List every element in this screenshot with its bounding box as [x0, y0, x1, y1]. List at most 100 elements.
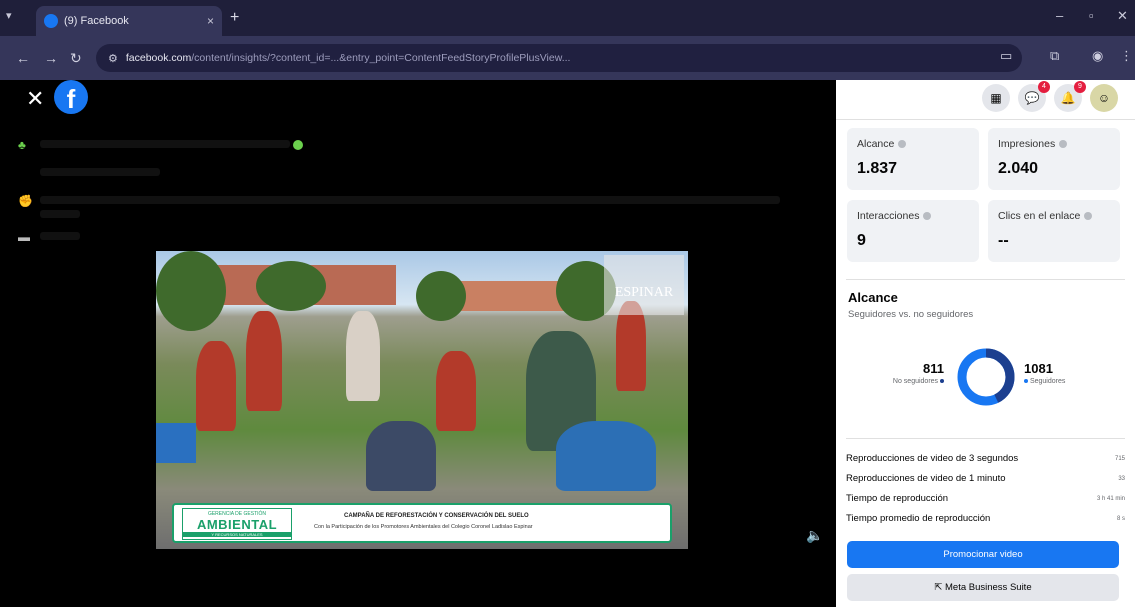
insights-panel: ▦ 💬 4 🔔 9 ☺ Alcance 1.837 Impresiones 2.04… — [836, 80, 1135, 607]
stat-label: Interacciones — [857, 210, 920, 222]
close-window-button[interactable]: ✕ — [1117, 8, 1128, 24]
caption-line — [40, 210, 80, 218]
tab-title: (9) Facebook — [64, 15, 129, 27]
export-icon: ⇱ — [934, 582, 945, 593]
speaker-icon[interactable]: 🔈 — [806, 527, 823, 544]
url-path: /content/insights/?content_id=...&entry_… — [191, 52, 571, 64]
stat-value: 2.040 — [998, 160, 1039, 177]
forward-button[interactable]: → — [44, 50, 58, 66]
metric-row: Reproducciones de video de 3 segundos 71… — [846, 453, 1125, 464]
url-host: facebook.com — [125, 52, 192, 64]
badge-bottom-text: Y RECURSOS NATURALES — [183, 532, 291, 537]
metric-label: Tiempo promedio de reproducción — [846, 513, 991, 524]
notifications-badge: 9 — [1074, 81, 1086, 93]
profile-icon[interactable]: ◉ — [1092, 48, 1103, 64]
plant-icon: ♣ — [18, 138, 26, 152]
caption-line — [40, 140, 290, 148]
banner-subtitle: Con la Participación de los Promotores A… — [314, 524, 533, 530]
stat-link-clicks: Clics en el enlace -- — [988, 200, 1120, 262]
tree-shape — [156, 251, 226, 331]
info-icon[interactable] — [1059, 140, 1068, 149]
profile-avatar[interactable]: ☺ — [1090, 84, 1118, 112]
reach-donut-chart — [957, 348, 1015, 406]
panel-top-icons: ▦ 💬 4 🔔 9 ☺ — [836, 80, 1135, 118]
book-icon: ▬ — [18, 230, 30, 244]
extensions-icon[interactable]: ⧉ — [1050, 48, 1059, 64]
muscle-icon: ✊ — [18, 194, 33, 208]
metric-row: Tiempo de reproducción 3 h 41 min — [846, 493, 1125, 504]
reach-section-title: Alcance — [848, 290, 898, 305]
stat-label: Clics en el enlace — [998, 210, 1081, 222]
media-viewer: ✕ f ♣ ✊ ▬ ESPINAR GERENCIA DE GESTIÓN AM… — [0, 80, 836, 607]
info-icon[interactable] — [1084, 212, 1093, 221]
gerencia-badge: GERENCIA DE GESTIÓN AMBIENTAL Y RECURSOS… — [182, 508, 292, 540]
metric-label: Reproducciones de video de 1 minuto — [846, 473, 1006, 484]
browser-tab[interactable]: (9) Facebook × — [36, 6, 222, 36]
stat-reach: Alcance 1.837 — [847, 128, 979, 190]
non-followers-stat: 811 No seguidores — [856, 361, 944, 385]
divider — [846, 438, 1125, 439]
menu-icon[interactable]: ⋮ — [1120, 48, 1133, 64]
metric-value: 3 h 41 min — [1096, 495, 1125, 502]
promote-video-button[interactable]: Promocionar video — [847, 541, 1119, 568]
maximize-button[interactable]: ▫ — [1089, 8, 1094, 23]
student-figure — [556, 421, 656, 491]
facebook-favicon-icon — [44, 14, 58, 28]
video-player[interactable]: ESPINAR GERENCIA DE GESTIÓN AMBIENTAL Y … — [156, 251, 688, 549]
meta-business-suite-button[interactable]: ⇱ Meta Business Suite — [847, 574, 1119, 601]
info-icon[interactable] — [898, 140, 907, 149]
stat-value: -- — [998, 232, 1009, 249]
stat-label: Alcance — [857, 138, 895, 150]
install-app-icon[interactable]: ▭ — [1000, 48, 1012, 64]
metric-row: Tiempo promedio de reproducción 8 s — [846, 513, 1125, 524]
metric-value: 33 — [1118, 475, 1125, 482]
followers-dot — [1024, 379, 1028, 384]
messenger-badge: 4 — [1038, 81, 1050, 93]
meta-business-suite-label: Meta Business Suite — [945, 582, 1032, 593]
tree-shape — [416, 271, 466, 321]
student-figure — [246, 311, 282, 411]
metric-value: 715 — [1114, 455, 1125, 462]
stat-value: 9 — [857, 232, 866, 249]
address-bar[interactable]: ⚙ facebook.com /content/insights/?conten… — [96, 44, 1022, 72]
non-followers-label: No seguidores — [892, 378, 939, 385]
metric-value: 8 s — [1116, 515, 1125, 522]
student-figure — [436, 351, 476, 431]
back-button[interactable]: ← — [16, 50, 30, 66]
browser-toolbar: ← → ↻ ⚙ facebook.com /content/insights/?… — [0, 36, 1135, 80]
followers-stat: 1081 Seguidores — [1024, 361, 1114, 385]
caption-line — [40, 168, 160, 176]
site-info-icon[interactable]: ⚙ — [108, 52, 118, 65]
caption-line — [40, 232, 80, 240]
metric-label: Reproducciones de video de 3 segundos — [846, 453, 1019, 464]
tree-shape — [256, 261, 326, 311]
sign-board — [156, 423, 196, 463]
browser-tab-bar: ▾ (9) Facebook × + – ▫ ✕ — [0, 0, 1135, 36]
apps-menu-icon[interactable]: ▦ — [982, 84, 1010, 112]
banner-title: CAMPAÑA DE REFORESTACIÓN Y CONSERVACIÓN … — [344, 513, 529, 519]
followers-value: 1081 — [1024, 361, 1053, 376]
metric-row: Reproducciones de video de 1 minuto 33 — [846, 473, 1125, 484]
non-followers-dot — [940, 379, 944, 384]
espinar-watermark: ESPINAR — [604, 255, 684, 315]
video-banner: GERENCIA DE GESTIÓN AMBIENTAL Y RECURSOS… — [172, 503, 672, 543]
stat-label: Impresiones — [998, 138, 1056, 150]
stat-impressions: Impresiones 2.040 — [988, 128, 1120, 190]
new-tab-button[interactable]: + — [230, 9, 239, 27]
reload-button[interactable]: ↻ — [70, 50, 82, 67]
messenger-icon[interactable]: 💬 4 — [1018, 81, 1050, 112]
caption-line — [40, 196, 780, 204]
facebook-logo-icon[interactable]: f — [54, 80, 88, 114]
divider — [846, 279, 1125, 280]
student-figure — [346, 311, 380, 401]
close-viewer-icon[interactable]: ✕ — [26, 86, 44, 112]
non-followers-value: 811 — [923, 361, 944, 376]
badge-main-text: AMBIENTAL — [196, 517, 278, 532]
notifications-bell-icon[interactable]: 🔔 9 — [1054, 81, 1086, 112]
tab-list-icon[interactable]: ▾ — [6, 9, 26, 27]
minimize-button[interactable]: – — [1056, 8, 1063, 23]
tab-close-icon[interactable]: × — [207, 14, 214, 28]
green-dot-icon — [293, 140, 303, 150]
student-figure — [366, 421, 436, 491]
info-icon[interactable] — [923, 212, 932, 221]
